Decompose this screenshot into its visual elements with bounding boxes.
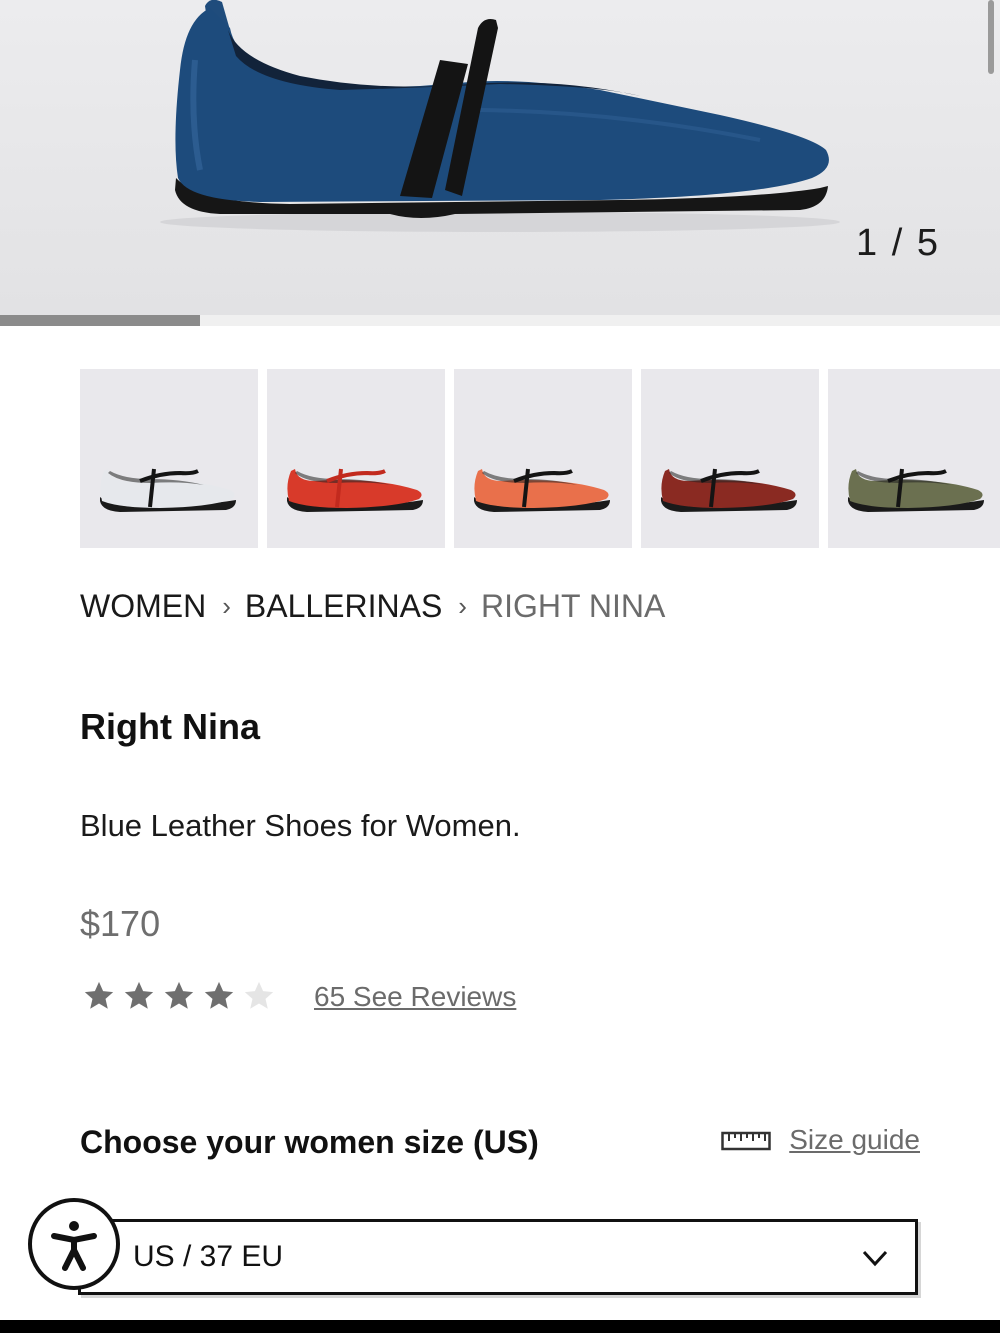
color-variant-list bbox=[80, 369, 1000, 548]
selected-size-value: US / 37 EU bbox=[133, 1240, 284, 1273]
shoe-thumbnail-image bbox=[100, 468, 236, 512]
see-reviews-link[interactable]: 65 See Reviews bbox=[314, 981, 516, 1013]
shoe-thumbnail-image bbox=[848, 468, 984, 512]
star-icon bbox=[164, 981, 194, 1009]
star-icon bbox=[244, 981, 274, 1009]
size-guide-label: Size guide bbox=[789, 1124, 920, 1155]
star-icon bbox=[204, 981, 234, 1009]
color-variant-thumb[interactable] bbox=[267, 369, 445, 548]
product-page: 1 / 5 WOMEN › BALLERINAS › RIGHT NINA Ri… bbox=[0, 0, 1000, 1333]
ruler-icon bbox=[721, 1131, 771, 1151]
breadcrumb-ballerinas-link[interactable]: BALLERINAS bbox=[245, 588, 442, 625]
gallery-progress-bar bbox=[0, 315, 200, 326]
product-description: Blue Leather Shoes for Women. bbox=[80, 808, 521, 843]
breadcrumb: WOMEN › BALLERINAS › RIGHT NINA bbox=[80, 588, 665, 625]
color-variant-thumb[interactable] bbox=[828, 369, 1000, 548]
chevron-right-icon: › bbox=[458, 591, 467, 621]
chevron-right-icon: › bbox=[222, 591, 231, 621]
gallery-counter: 1 / 5 bbox=[856, 222, 940, 264]
breadcrumb-women-link[interactable]: WOMEN bbox=[80, 588, 206, 625]
chevron-down-icon bbox=[862, 1250, 888, 1267]
star-rating bbox=[82, 979, 282, 1013]
breadcrumb-current-page: RIGHT NINA bbox=[480, 588, 666, 624]
blue-ballerina-shoe-image bbox=[160, 0, 840, 232]
product-price: $170 bbox=[80, 903, 161, 944]
size-select[interactable]: US / 37 EU bbox=[78, 1219, 918, 1295]
scrollbar[interactable] bbox=[988, 0, 994, 74]
color-variant-thumb[interactable] bbox=[641, 369, 819, 548]
star-icon bbox=[124, 981, 154, 1009]
gallery-progress-track bbox=[0, 315, 1000, 326]
bottom-bar bbox=[0, 1320, 1000, 1333]
accessibility-icon bbox=[51, 1221, 97, 1271]
color-variant-thumb[interactable] bbox=[454, 369, 632, 548]
shoe-thumbnail-image bbox=[474, 468, 610, 512]
product-title: Right Nina bbox=[80, 706, 260, 747]
size-heading: Choose your women size (US) bbox=[80, 1124, 539, 1160]
star-icon bbox=[84, 981, 114, 1009]
size-guide-link[interactable]: Size guide bbox=[721, 1124, 920, 1156]
color-variant-thumb[interactable] bbox=[80, 369, 258, 548]
shoe-thumbnail-image bbox=[661, 468, 797, 512]
shoe-thumbnail-image bbox=[287, 468, 423, 512]
accessibility-button[interactable] bbox=[28, 1198, 120, 1290]
product-hero-image[interactable]: 1 / 5 bbox=[0, 0, 1000, 315]
